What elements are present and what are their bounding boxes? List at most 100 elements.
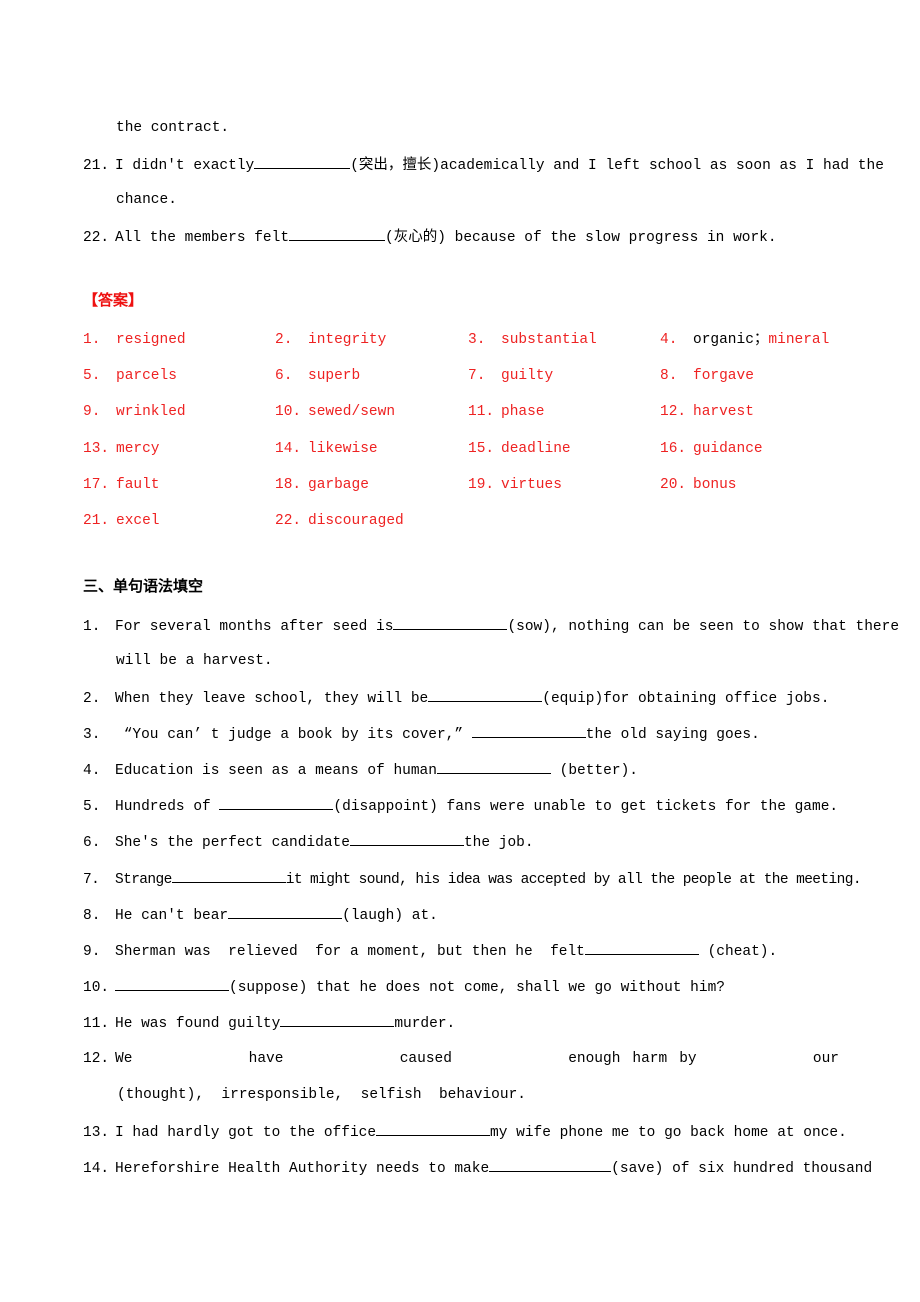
answer-item: 22. discouraged <box>275 511 404 531</box>
answer-blank[interactable] <box>584 940 699 955</box>
answer-item: 1. resigned <box>83 330 186 350</box>
answer-number: 18. <box>275 476 302 493</box>
answer-text: bonus <box>693 476 737 493</box>
answer-number: 3. <box>468 332 486 348</box>
question-text: (disappoint) fans were unable to get tic… <box>333 799 839 815</box>
answer-number: 2. <box>275 332 293 348</box>
item-text: (突出，擅长)academically and I left school as… <box>350 158 884 174</box>
item-20-continuation: the contract. <box>116 120 230 136</box>
question-11: 11. He was found guilty murder. <box>83 1012 455 1034</box>
question-text: Sherman was relieved for a moment, but t… <box>115 944 585 960</box>
question-word: harm <box>632 1051 668 1067</box>
answer-blank[interactable] <box>376 1121 491 1136</box>
answer-number: 22. <box>275 513 302 529</box>
answer-item: 9. wrinkled <box>83 402 186 422</box>
answer-item: 6. superb <box>275 366 360 386</box>
answer-number: 14. <box>275 440 302 457</box>
question-text: When they leave school, they will be <box>115 691 429 707</box>
question-word: caused <box>399 1051 452 1067</box>
answer-item: 16. guidance <box>660 439 763 459</box>
answer-blank[interactable] <box>228 904 343 919</box>
answer-blank[interactable] <box>219 795 334 810</box>
question-text: (cheat). <box>698 944 778 960</box>
answer-item: 3. substantial <box>468 330 597 350</box>
question-4: 4. Education is seen as a means of human … <box>83 759 638 781</box>
answer-text: fault <box>116 476 160 493</box>
question-text: my wife phone me to go back home at once… <box>490 1125 847 1141</box>
answer-blank[interactable] <box>115 976 229 991</box>
question-1-continuation: will be a harvest. <box>116 653 273 669</box>
answer-item: 20. bonus <box>660 475 737 495</box>
answer-text: forgave <box>693 368 754 385</box>
answer-text: discouraged <box>308 513 404 529</box>
question-3: 3. “You can’ t judge a book by its cover… <box>83 723 760 745</box>
answer-number: 9. <box>83 404 101 421</box>
answer-item: 12. harvest <box>660 402 754 422</box>
answer-blank[interactable] <box>436 759 551 774</box>
answer-text: sewed/sewn <box>308 404 396 421</box>
item-number: 21. <box>83 158 110 174</box>
answer-number: 20. <box>660 476 687 493</box>
answer-number: 5. <box>83 368 101 385</box>
answer-blank[interactable] <box>489 1157 612 1172</box>
answer-text: garbage <box>308 476 369 493</box>
document-page: the contract. 21. I didn't exactly (突出，擅长)… <box>0 0 920 1302</box>
answer-item: 14. likewise <box>275 439 378 459</box>
answer-blank[interactable] <box>349 831 464 846</box>
answer-text: mineral <box>768 332 830 348</box>
answer-number: 19. <box>468 476 495 493</box>
question-10: 10. (suppose) that he does not come, shal… <box>83 976 725 998</box>
answer-item: 15. deadline <box>468 439 571 459</box>
answer-text: parcels <box>116 368 177 385</box>
question-text: (better). <box>550 763 638 779</box>
question-9: 9. Sherman was relieved for a moment, but… <box>83 940 777 962</box>
question-text: He can't bear <box>115 908 229 924</box>
item-text: (灰心的) because of the slow progress in wo… <box>385 230 777 246</box>
answer-blank[interactable] <box>254 154 351 169</box>
answer-text-black: organic； <box>693 332 769 348</box>
question-number: 1. <box>83 619 101 635</box>
answer-number: 7. <box>468 368 486 385</box>
answer-item: 8. forgave <box>660 366 754 386</box>
question-8: 8. He can't bear (laugh) at. <box>83 904 438 926</box>
answer-blank[interactable] <box>280 1012 395 1027</box>
answer-blank[interactable] <box>171 868 286 883</box>
question-13: 13. I had hardly got to the office my wife… <box>83 1121 847 1143</box>
question-text: He was found guilty <box>115 1016 281 1032</box>
question-14: 14. Hereforshire Health Authority needs t… <box>83 1157 872 1179</box>
answer-item: 18. garbage <box>275 475 369 495</box>
answer-blank[interactable] <box>393 615 508 630</box>
answer-text: guidance <box>693 440 763 457</box>
question-text: She's the perfect candidate <box>115 835 350 851</box>
answer-item: 10. sewed/sewn <box>275 402 395 422</box>
section-heading: 三、单句语法填空 <box>83 577 204 595</box>
question-number: 4. <box>83 763 101 779</box>
question-text: For several months after seed is <box>115 619 394 635</box>
question-number: 3. <box>83 727 101 743</box>
answer-text: harvest <box>693 404 754 421</box>
answer-number: 6. <box>275 368 293 385</box>
item-21-continuation: chance. <box>116 192 177 208</box>
answer-item: 7. guilty <box>468 366 553 386</box>
answer-text: deadline <box>501 440 571 457</box>
answer-blank[interactable] <box>289 226 386 241</box>
answer-text: excel <box>116 513 160 529</box>
item-22: 22. All the members felt (灰心的) because of … <box>83 226 777 248</box>
question-1: 1. For several months after seed is (sow),… <box>83 615 899 637</box>
answer-item: 17. fault <box>83 475 160 495</box>
answer-item: 2. integrity <box>275 330 386 350</box>
answer-blank[interactable] <box>428 687 543 702</box>
question-5: 5. Hundreds of (disappoint) fans were una… <box>83 795 838 817</box>
question-number: 5. <box>83 799 101 815</box>
question-text: murder. <box>394 1016 456 1032</box>
answer-text: superb <box>308 368 361 385</box>
question-text: Hereforshire Health Authority needs to m… <box>115 1161 490 1177</box>
answer-text: integrity <box>308 332 387 348</box>
question-number: 2. <box>83 691 101 707</box>
question-number: 8. <box>83 908 101 924</box>
item-number: 22. <box>83 230 110 246</box>
question-number: 10. <box>83 980 110 996</box>
question-text: (sow), nothing can be seen to show that … <box>507 619 900 635</box>
answer-blank[interactable] <box>471 723 586 738</box>
answer-item: 5. parcels <box>83 366 177 386</box>
